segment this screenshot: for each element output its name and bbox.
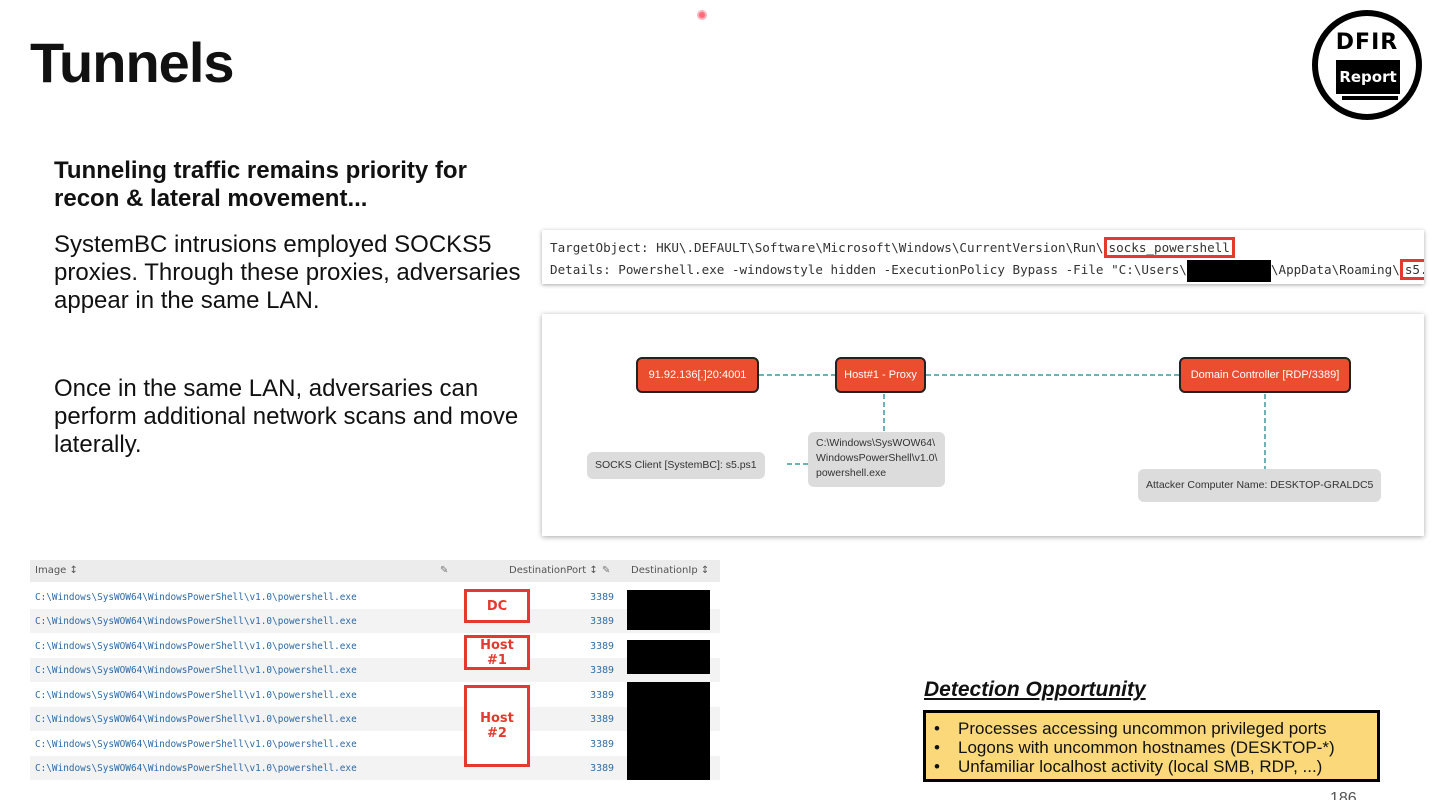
cell-port: 3389 bbox=[590, 690, 614, 701]
detection-item: Processes accessing uncommon privileged … bbox=[934, 719, 1377, 738]
cell-image: C:\Windows\SysWOW64\WindowsPowerShell\v1… bbox=[35, 665, 357, 676]
group-label-host2: Host #2 bbox=[464, 685, 530, 767]
cell-image: C:\Windows\SysWOW64\WindowsPowerShell\v1… bbox=[35, 690, 357, 701]
group-host2-line1: Host bbox=[480, 711, 514, 726]
cell-port: 3389 bbox=[590, 763, 614, 774]
cell-port: 3389 bbox=[590, 665, 614, 676]
paragraph-lateral: Once in the same LAN, adversaries can pe… bbox=[54, 375, 519, 458]
registry-target-line: TargetObject: HKU\.DEFAULT\Software\Micr… bbox=[550, 237, 1235, 258]
dfir-report-logo: DFIR Report bbox=[1312, 10, 1422, 120]
node-powershell-path: C:\Windows\SysWOW64\ WindowsPowerShell\v… bbox=[808, 432, 946, 487]
detection-item: Unfamiliar localhost activity (local SMB… bbox=[934, 757, 1377, 776]
detection-list: Processes accessing uncommon privileged … bbox=[934, 719, 1377, 776]
column-header-destination-port[interactable]: DestinationPort ↕ bbox=[509, 565, 598, 576]
column-edit-icon[interactable]: ✎ bbox=[440, 565, 448, 576]
table-row[interactable]: C:\Windows\SysWOW64\WindowsPowerShell\v1… bbox=[30, 658, 720, 682]
registry-details-prefix: Details: Powershell.exe -windowstyle hid… bbox=[550, 262, 1187, 277]
node-socks-client: SOCKS Client [SystemBC]: s5.ps1 bbox=[587, 452, 765, 479]
logo-top-text: DFIR bbox=[1335, 30, 1399, 55]
cell-port: 3389 bbox=[590, 714, 614, 725]
node-attacker-computer: Attacker Computer Name: DESKTOP-GRALDC5 bbox=[1138, 469, 1382, 502]
page-number: 186 bbox=[1330, 790, 1357, 800]
powershell-path-line1: C:\Windows\SysWOW64\ bbox=[816, 437, 936, 449]
powershell-path-line2: WindowsPowerShell\v1.0\ bbox=[816, 452, 938, 464]
detection-item: Logons with uncommon hostnames (DESKTOP-… bbox=[934, 738, 1377, 757]
logo-stand bbox=[1342, 96, 1398, 100]
table-row[interactable]: C:\Windows\SysWOW64\WindowsPowerShell\v1… bbox=[30, 707, 720, 731]
cell-image: C:\Windows\SysWOW64\WindowsPowerShell\v1… bbox=[35, 714, 357, 725]
node-domain-controller: Domain Controller [RDP/3389] bbox=[1179, 357, 1351, 393]
graph-edges bbox=[759, 374, 1266, 469]
table-row[interactable]: C:\Windows\SysWOW64\WindowsPowerShell\v1… bbox=[30, 609, 720, 633]
logo-box-text: Report bbox=[1336, 60, 1400, 94]
group-host1-line1: Host bbox=[480, 637, 514, 653]
paragraph-systembc: SystemBC intrusions employed SOCKS5 prox… bbox=[54, 231, 521, 314]
registry-evidence-panel: TargetObject: HKU\.DEFAULT\Software\Micr… bbox=[542, 230, 1424, 284]
event-table: Image ↕ ✎ DestinationPort ↕ ✎ Destinatio… bbox=[30, 560, 720, 782]
table-row[interactable]: C:\Windows\SysWOW64\WindowsPowerShell\v1… bbox=[30, 585, 720, 609]
cell-image: C:\Windows\SysWOW64\WindowsPowerShell\v1… bbox=[35, 616, 357, 627]
registry-value-highlight: socks_powershell bbox=[1103, 237, 1235, 258]
table-row[interactable]: C:\Windows\SysWOW64\WindowsPowerShell\v1… bbox=[30, 732, 720, 756]
powershell-path-line3: powershell.exe bbox=[816, 467, 887, 479]
column-header-image[interactable]: Image ↕ bbox=[35, 565, 78, 576]
network-graph-panel: 91.92.136[.]20:4001 Host#1 - Proxy Domai… bbox=[542, 314, 1424, 536]
cell-image: C:\Windows\SysWOW64\WindowsPowerShell\v1… bbox=[35, 641, 357, 652]
registry-target-prefix: TargetObject: HKU\.DEFAULT\Software\Micr… bbox=[550, 240, 1104, 255]
node-attacker-ip: 91.92.136[.]20:4001 bbox=[636, 357, 759, 393]
node-host1-proxy: Host#1 - Proxy bbox=[835, 357, 926, 393]
recording-dot-icon bbox=[697, 10, 707, 20]
redacted-username bbox=[1186, 259, 1271, 282]
slide-subtitle: Tunneling traffic remains priority for r… bbox=[54, 157, 467, 212]
group-label-dc: DC bbox=[464, 589, 530, 623]
slide-title: Tunnels bbox=[30, 31, 235, 94]
group-label-host1: Host #1 bbox=[464, 635, 530, 670]
cell-port: 3389 bbox=[590, 616, 614, 627]
group-host1-line2: #1 bbox=[487, 652, 507, 668]
detection-box: Processes accessing uncommon privileged … bbox=[923, 710, 1380, 782]
cell-port: 3389 bbox=[590, 739, 614, 750]
detection-title: Detection Opportunity bbox=[924, 678, 1146, 701]
table-row[interactable]: C:\Windows\SysWOW64\WindowsPowerShell\v1… bbox=[30, 634, 720, 658]
cell-port: 3389 bbox=[590, 592, 614, 603]
redacted-ip-host2 bbox=[627, 682, 710, 780]
cell-port: 3389 bbox=[590, 641, 614, 652]
table-header: Image ↕ ✎ DestinationPort ↕ ✎ Destinatio… bbox=[30, 560, 720, 582]
column-edit-icon[interactable]: ✎ bbox=[602, 565, 610, 576]
registry-details-line: Details: Powershell.exe -windowstyle hid… bbox=[550, 259, 1424, 282]
group-dc-text: DC bbox=[486, 598, 508, 614]
script-name-highlight: s5.ps1 bbox=[1399, 259, 1424, 280]
table-row[interactable]: C:\Windows\SysWOW64\WindowsPowerShell\v1… bbox=[30, 683, 720, 707]
registry-details-middle: \AppData\Roaming\ bbox=[1270, 262, 1400, 277]
cell-image: C:\Windows\SysWOW64\WindowsPowerShell\v1… bbox=[35, 592, 357, 603]
cell-image: C:\Windows\SysWOW64\WindowsPowerShell\v1… bbox=[35, 763, 357, 774]
cell-image: C:\Windows\SysWOW64\WindowsPowerShell\v1… bbox=[35, 739, 357, 750]
group-host2-line2: #2 bbox=[487, 726, 507, 741]
table-row[interactable]: C:\Windows\SysWOW64\WindowsPowerShell\v1… bbox=[30, 756, 720, 780]
redacted-ip-dc bbox=[627, 590, 710, 630]
redacted-ip-host1 bbox=[627, 640, 710, 674]
column-header-destination-ip[interactable]: DestinationIp ↕ bbox=[631, 565, 709, 576]
